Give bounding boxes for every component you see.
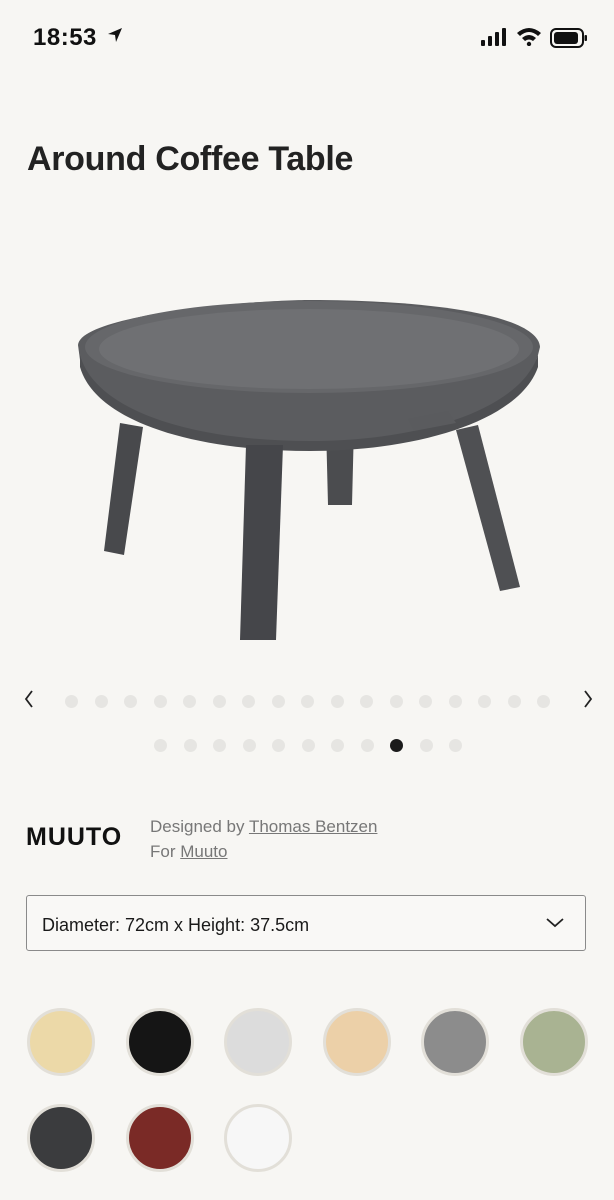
carousel-dot[interactable] [94,695,108,708]
brand-logo[interactable]: MUUTO [26,823,122,852]
carousel-dot[interactable] [449,739,462,752]
designer-line: Designed by Thomas Bentzen [150,817,377,837]
battery-icon [550,28,588,53]
carousel-dot[interactable] [65,695,78,708]
carousel-dot[interactable] [537,695,550,708]
brand-link[interactable]: Muuto [180,842,227,861]
carousel-dot[interactable] [478,695,491,708]
carousel-dot[interactable] [389,695,403,708]
page-title: Around Coffee Table [27,140,354,178]
carousel-next-button[interactable] [576,686,600,712]
carousel-dot[interactable] [272,739,285,752]
carousel-prev-button[interactable] [18,686,42,712]
carousel-dot[interactable] [330,695,344,708]
carousel-dot[interactable] [213,739,226,752]
carousel-dot[interactable] [331,739,344,752]
carousel-dot[interactable] [419,695,432,708]
color-swatch-light-grey[interactable] [224,1008,292,1076]
size-select[interactable]: Diameter: 72cm x Height: 37.5cm [26,895,586,951]
status-bar: 18:53 [0,0,614,68]
carousel-dot[interactable] [390,739,403,752]
carousel-dot[interactable] [242,739,256,752]
color-swatch-natural-ash[interactable] [27,1008,95,1076]
carousel-dot[interactable] [360,739,374,752]
color-swatch-anthracite[interactable] [27,1104,95,1172]
product-page: 18:53 Around Coffee Table MUUTO Designed… [0,0,614,1200]
size-select-value: Diameter: 72cm x Height: 37.5cm [42,915,310,935]
carousel-dot[interactable] [448,695,462,708]
carousel-dot[interactable] [154,739,167,752]
color-swatch-green[interactable] [519,1008,588,1076]
status-time: 18:53 [33,24,97,51]
chevron-down-icon [545,916,565,935]
color-swatch-grey[interactable] [421,1008,489,1076]
carousel-dot[interactable] [360,695,373,708]
carousel-dot[interactable] [183,739,197,752]
carousel-dot[interactable] [242,695,255,708]
color-swatch-oak[interactable] [322,1008,391,1076]
carousel-dot[interactable] [124,695,137,708]
product-image[interactable] [0,205,614,665]
color-swatch-white[interactable] [224,1104,292,1172]
carousel-dot[interactable] [419,739,433,752]
carousel-dot[interactable] [212,695,226,708]
brand-line: For Muuto [150,842,227,862]
cellular-signal-icon [481,28,507,51]
carousel-dot[interactable] [183,695,196,708]
for-label: For [150,842,176,861]
wifi-icon [516,26,542,51]
carousel-dot[interactable] [153,695,167,708]
color-swatch-dusty-red[interactable] [125,1104,194,1172]
color-swatch-black[interactable] [125,1008,194,1076]
carousel-dot[interactable] [301,739,315,752]
location-arrow-icon [107,27,123,48]
designed-by-label: Designed by [150,817,245,836]
coffee-table-image [78,300,540,640]
carousel-dot[interactable] [271,695,285,708]
carousel-dot[interactable] [507,695,521,708]
designer-link[interactable]: Thomas Bentzen [249,817,378,836]
carousel-dot[interactable] [301,695,314,708]
